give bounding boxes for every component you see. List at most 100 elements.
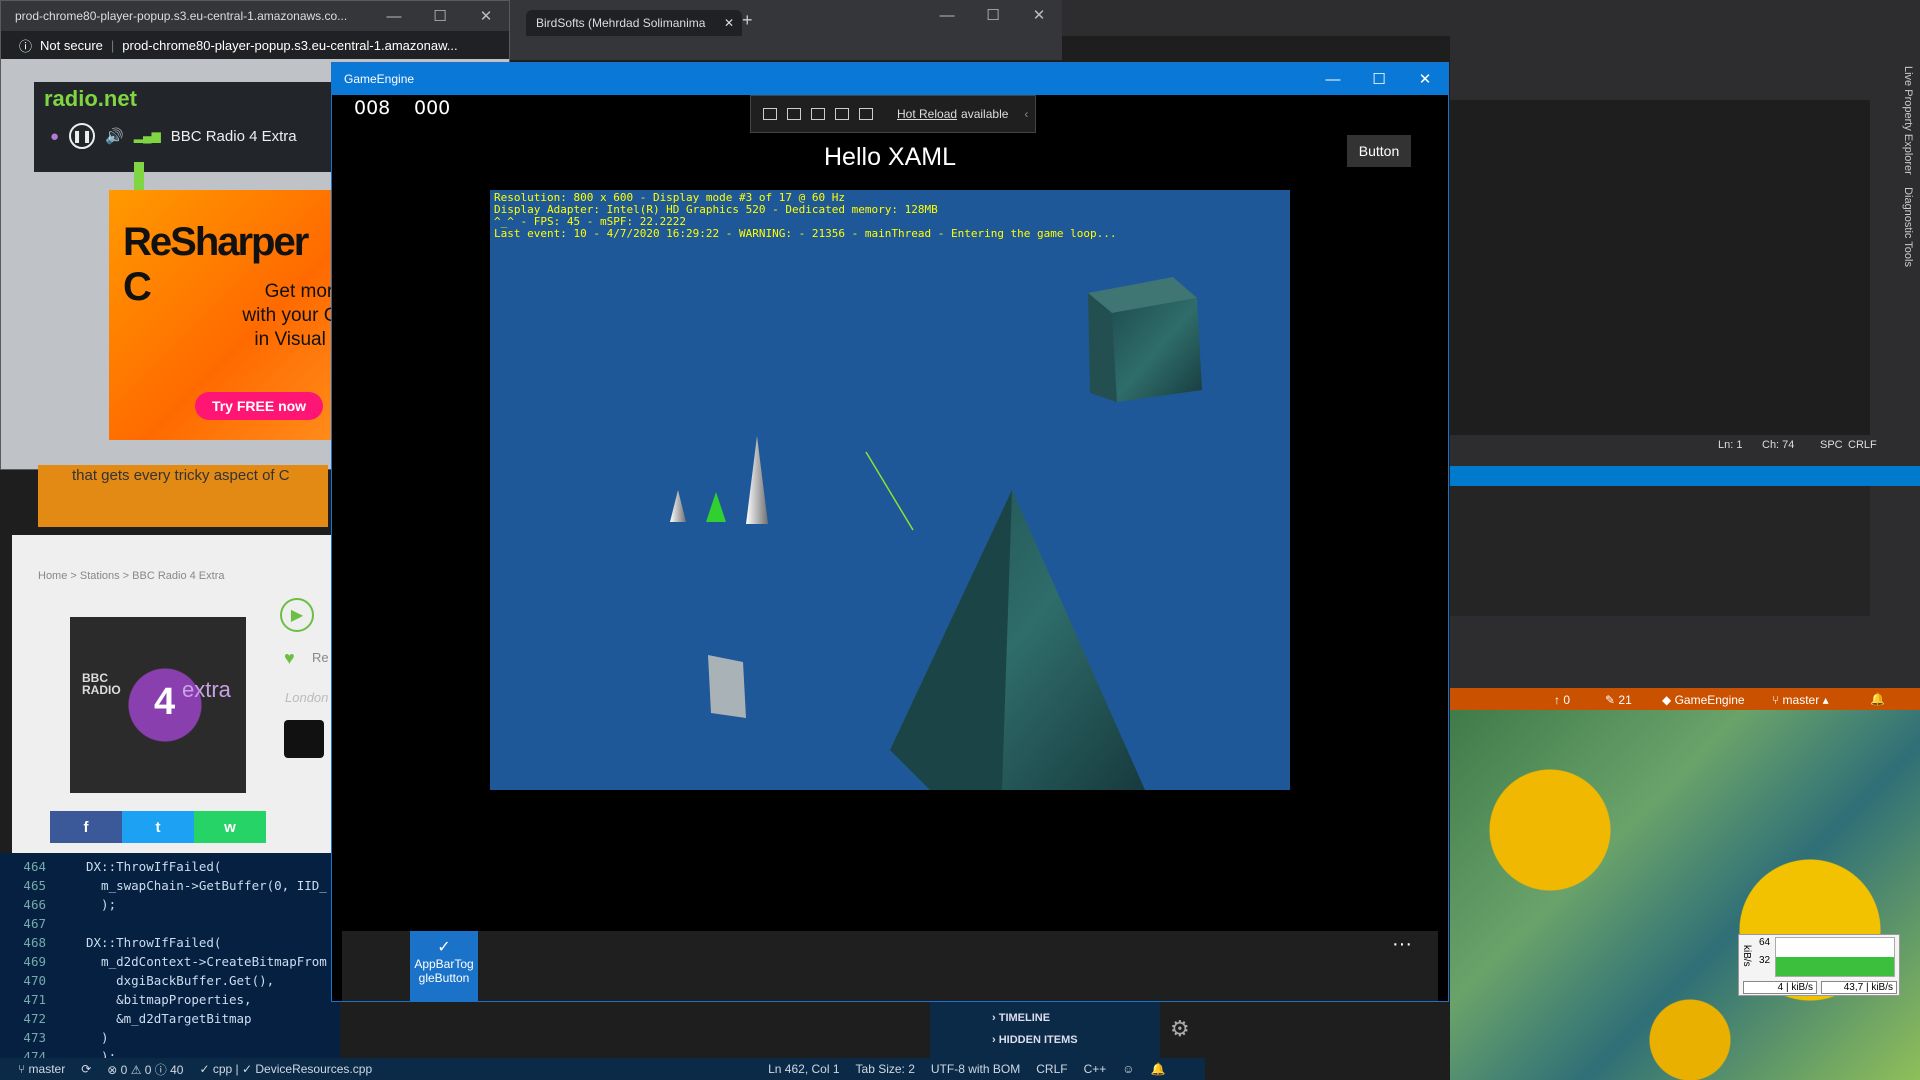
line-number: 468 [23,935,46,950]
xaml-debug-toolbar: Hot Reload available ‹ [750,95,1036,133]
language-indicator[interactable]: ✓ cpp | ✓ DeviceResources.cpp [199,1062,372,1076]
chevron-left-icon[interactable]: ‹ [1024,107,1028,121]
binding-failures-icon[interactable] [835,108,849,120]
cone-green [706,492,726,522]
directx-scene[interactable]: Resolution: 800 x 600 - Display mode #3 … [490,190,1290,790]
outline-panel: › TIMELINE › HIDDEN ITEMS ⚙ [930,1000,1190,1058]
gear-icon[interactable]: ⚙ [1170,1016,1190,1042]
vs-status-bar: ↑ 0 ✎ 21 ◆ GameEngine ⑂ master ▴ 🔔 [1450,688,1920,712]
cone-small [670,490,686,522]
maximize-icon[interactable]: ☐ [1356,63,1402,95]
chrome-main-window: BirdSofts (Mehrdad Solimanima ✕ + — ☐ ✕ [510,0,1062,60]
bell-icon[interactable]: 🔔 [1870,692,1885,706]
close-icon[interactable]: ✕ [1402,63,1448,95]
code-line[interactable]: &bitmapProperties, [86,992,251,1007]
appbar-toggle-button[interactable]: ✓ AppBarTog gleButton [410,931,478,1001]
line-number: 473 [23,1030,46,1045]
code-line[interactable]: ); [86,897,116,912]
live-property-explorer-tab[interactable]: Live Property Explorer [1902,66,1914,175]
branch-indicator[interactable]: ⑂ master [18,1062,65,1076]
edit-count[interactable]: ✎ 21 [1605,693,1632,707]
more-options-icon[interactable]: ··· [1392,933,1412,956]
branch-name[interactable]: ⑂ master ▴ [1772,693,1829,707]
close-icon[interactable]: ✕ [463,1,509,31]
bbc-radio-logo: BBC RADIO [82,671,121,697]
textured-pyramid [890,490,1145,790]
tab-size[interactable]: Tab Size: 2 [856,1062,915,1076]
apple-store-badge[interactable] [284,720,324,758]
cover-number: 4 [154,681,176,723]
vs-crlf: CRLF [1848,439,1877,451]
upload-rate: 43,7 | kiB/s [1821,981,1897,994]
info-icon[interactable]: ⓘ [19,36,32,55]
url-text[interactable]: prod-chrome80-player-popup.s3.eu-central… [122,38,457,53]
counter-right: 000 [414,97,451,119]
code-line[interactable]: ) [86,1030,109,1045]
hello-text: Hello XAML [824,143,956,171]
code-editor[interactable]: 464 DX::ThrowIfFailed(465 m_swapChain->Ge… [0,853,340,1064]
push-count[interactable]: ↑ 0 [1554,693,1570,707]
address-bar[interactable]: ⓘ Not secure | prod-chrome80-player-popu… [1,31,509,59]
line-segment [865,451,914,531]
minimize-icon[interactable]: — [924,0,970,30]
hidden-items-section[interactable]: › HIDDEN ITEMS [992,1034,1078,1046]
hot-reload-status: available [961,107,1009,121]
side-text-2[interactable]: London [285,690,328,705]
vs-side-tabs[interactable]: Live Property Explorer Diagnostic Tools [1888,60,1920,360]
track-focus-icon[interactable] [811,108,825,120]
textured-quad [708,655,746,718]
project-name[interactable]: ◆ GameEngine [1662,693,1745,707]
maximize-icon[interactable]: ☐ [417,1,463,31]
show-in-tree-icon[interactable] [859,108,873,120]
xaml-button[interactable]: Button [1347,135,1411,167]
net-graph [1775,937,1895,977]
maximize-icon[interactable]: ☐ [970,0,1016,30]
timeline-section[interactable]: › TIMELINE [992,1012,1050,1024]
whatsapp-share-button[interactable]: w [194,811,266,843]
checkmark-icon: ✓ [437,939,451,956]
diagnostic-tools-tab[interactable]: Diagnostic Tools [1902,187,1914,267]
tab-title: prod-chrome80-player-popup.s3.eu-central… [15,9,348,23]
chrome-tab-birdsofts[interactable]: BirdSofts (Mehrdad Solimanima ✕ [526,10,742,36]
heart-icon[interactable]: ♥ [284,648,295,669]
cursor-position[interactable]: Ln 462, Col 1 [768,1062,839,1076]
cone-large [746,436,768,524]
breadcrumb[interactable]: Home > Stations > BBC Radio 4 Extra [38,570,224,582]
play-icon[interactable]: ▶ [280,598,314,632]
security-label: Not secure [40,37,103,53]
minimize-icon[interactable]: — [1310,63,1356,95]
code-line[interactable]: DX::ThrowIfFailed( [86,935,221,950]
vs-spc: SPC [1820,439,1843,451]
line-ending[interactable]: CRLF [1036,1062,1067,1076]
language-mode[interactable]: C++ [1084,1062,1107,1076]
signal-icon: ▂▄▆ [133,129,161,143]
sync-icon[interactable]: ⟳ [81,1062,91,1076]
vs-char: Ch: 74 [1762,439,1795,451]
close-icon[interactable]: ✕ [1016,0,1062,30]
encoding[interactable]: UTF-8 with BOM [931,1062,1020,1076]
resharper-ad[interactable]: ReSharper C Get more help with your C++ … [109,190,385,440]
select-element-icon[interactable] [763,108,777,120]
code-line[interactable]: dxgiBackBuffer.Get(), [86,973,274,988]
facebook-share-button[interactable]: f [50,811,122,843]
code-line[interactable]: m_d2dContext->CreateBitmapFrom [86,954,327,969]
try-free-button[interactable]: Try FREE now [195,392,323,420]
problems-indicator[interactable]: ⊗ 0 ⚠ 0 ⓘ 40 [107,1061,183,1078]
notification-bell-icon[interactable]: 🔔 [1151,1062,1166,1076]
display-layout-adorners-icon[interactable] [787,108,801,120]
code-line[interactable]: &m_d2dTargetBitmap [86,1011,251,1026]
feedback-icon[interactable]: ☺ [1122,1062,1134,1076]
line-number: 469 [23,954,46,969]
minimize-icon[interactable]: — [371,1,417,31]
side-text-1: Re [312,650,329,665]
pause-icon[interactable]: ❚❚ [69,123,96,149]
app-bar: ✓ AppBarTog gleButton ··· [342,931,1438,1001]
code-line[interactable]: m_swapChain->GetBuffer(0, IID_ [86,878,327,893]
hot-reload-link[interactable]: Hot Reload [897,107,957,121]
code-line[interactable]: DX::ThrowIfFailed( [86,859,221,874]
close-icon[interactable]: ✕ [724,16,734,30]
twitter-share-button[interactable]: t [122,811,194,843]
new-tab-icon[interactable]: + [742,10,753,31]
volume-icon[interactable]: 🔊 [105,127,124,145]
line-number: 471 [23,992,46,1007]
